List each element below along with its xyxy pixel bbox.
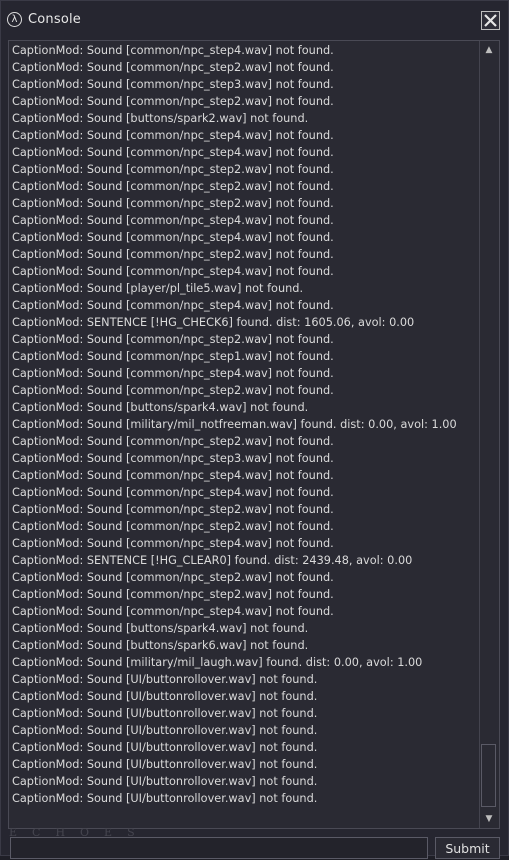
- log-line: CaptionMod: SENTENCE [!HG_CHECK6] found.…: [12, 316, 415, 329]
- log-line: CaptionMod: Sound [military/mil_laugh.wa…: [12, 656, 423, 669]
- arrow-up-icon[interactable]: ▲: [481, 42, 497, 58]
- close-icon: [484, 14, 497, 27]
- log-line: CaptionMod: Sound [UI/buttonrollover.wav…: [12, 724, 318, 737]
- log-line: CaptionMod: Sound [common/npc_step4.wav]…: [12, 129, 334, 142]
- log-line: CaptionMod: Sound [common/npc_step2.wav]…: [12, 435, 334, 448]
- log-line: CaptionMod: Sound [UI/buttonrollover.wav…: [12, 707, 318, 720]
- console-log[interactable]: CaptionMod: Sound [common/npc_step4.wav]…: [8, 40, 500, 829]
- log-line: CaptionMod: Sound [common/npc_step4.wav]…: [12, 146, 334, 159]
- log-line: CaptionMod: Sound [common/npc_step2.wav]…: [12, 248, 334, 261]
- log-line: CaptionMod: Sound [UI/buttonrollover.wav…: [12, 690, 318, 703]
- console-window: λ Console CaptionMod: Sound [common/npc_…: [0, 0, 509, 859]
- log-line: CaptionMod: Sound [common/npc_step1.wav]…: [12, 350, 334, 363]
- log-line: CaptionMod: Sound [common/npc_step4.wav]…: [12, 605, 334, 618]
- log-line: CaptionMod: Sound [common/npc_step2.wav]…: [12, 333, 334, 346]
- log-line: CaptionMod: Sound [common/npc_step2.wav]…: [12, 95, 334, 108]
- log-line: CaptionMod: Sound [UI/buttonrollover.wav…: [12, 758, 318, 771]
- log-line: CaptionMod: Sound [common/npc_step4.wav]…: [12, 486, 334, 499]
- window-title: Console: [28, 12, 82, 27]
- log-line: CaptionMod: Sound [common/npc_step4.wav]…: [12, 231, 334, 244]
- log-line: CaptionMod: Sound [common/npc_step4.wav]…: [12, 265, 334, 278]
- log-line: CaptionMod: Sound [common/npc_step4.wav]…: [12, 469, 334, 482]
- log-line: CaptionMod: Sound [common/npc_step4.wav]…: [12, 367, 334, 380]
- arrow-down-icon[interactable]: ▼: [481, 811, 497, 827]
- title-bar[interactable]: λ Console: [1, 1, 508, 39]
- log-line: CaptionMod: Sound [buttons/spark4.wav] n…: [12, 401, 309, 414]
- log-line: CaptionMod: SENTENCE [!HG_CLEAR0] found.…: [12, 554, 413, 567]
- log-line: CaptionMod: Sound [common/npc_step2.wav]…: [12, 384, 334, 397]
- log-line: CaptionMod: Sound [buttons/spark4.wav] n…: [12, 622, 309, 635]
- log-line: CaptionMod: Sound [common/npc_step2.wav]…: [12, 520, 334, 533]
- log-line: CaptionMod: Sound [common/npc_step2.wav]…: [12, 588, 334, 601]
- log-line: CaptionMod: Sound [UI/buttonrollover.wav…: [12, 741, 318, 754]
- log-line: CaptionMod: Sound [common/npc_step2.wav]…: [12, 61, 334, 74]
- log-line: CaptionMod: Sound [common/npc_step2.wav]…: [12, 163, 334, 176]
- log-line: CaptionMod: Sound [common/npc_step3.wav]…: [12, 78, 334, 91]
- log-line: CaptionMod: Sound [common/npc_step2.wav]…: [12, 503, 334, 516]
- log-line: CaptionMod: Sound [common/npc_step3.wav]…: [12, 452, 334, 465]
- log-line: CaptionMod: Sound [common/npc_step4.wav]…: [12, 214, 334, 227]
- log-line: CaptionMod: Sound [UI/buttonrollover.wav…: [12, 775, 318, 788]
- log-line: CaptionMod: Sound [common/npc_step2.wav]…: [12, 197, 334, 210]
- log-line: CaptionMod: Sound [UI/buttonrollover.wav…: [12, 792, 318, 805]
- log-line: CaptionMod: Sound [player/pl_tile5.wav] …: [12, 282, 304, 295]
- log-line: CaptionMod: Sound [buttons/spark2.wav] n…: [12, 112, 309, 125]
- log-line: CaptionMod: Sound [UI/buttonrollover.wav…: [12, 673, 318, 686]
- close-button[interactable]: [481, 11, 500, 30]
- log-line: CaptionMod: Sound [common/npc_step2.wav]…: [12, 180, 334, 193]
- log-lines: CaptionMod: Sound [common/npc_step4.wav]…: [12, 42, 478, 807]
- log-line: CaptionMod: Sound [common/npc_step4.wav]…: [12, 537, 334, 550]
- scrollbar[interactable]: ▲ ▼: [479, 41, 498, 828]
- log-line: CaptionMod: Sound [common/npc_step4.wav]…: [12, 44, 334, 57]
- scroll-thumb[interactable]: [481, 744, 496, 807]
- log-line: CaptionMod: Sound [buttons/spark6.wav] n…: [12, 639, 309, 652]
- lambda-icon: λ: [7, 12, 22, 27]
- log-line: CaptionMod: Sound [military/mil_notfreem…: [12, 418, 457, 431]
- log-line: CaptionMod: Sound [common/npc_step2.wav]…: [12, 571, 334, 584]
- log-line: CaptionMod: Sound [common/npc_step4.wav]…: [12, 299, 334, 312]
